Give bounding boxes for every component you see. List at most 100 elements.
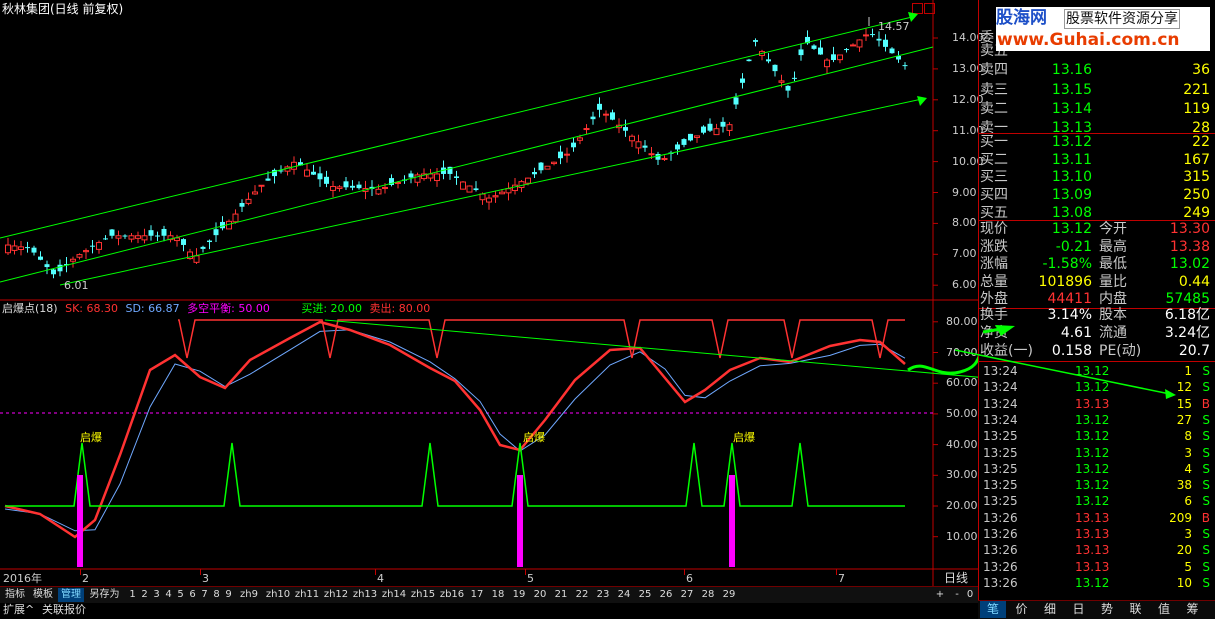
candle-body — [44, 264, 50, 268]
tick-row: 13:25 13.12 4 S — [979, 461, 1215, 477]
toolbar-tab[interactable]: 管理 — [58, 588, 84, 602]
tick-time: 13:25 — [983, 461, 1018, 476]
indicator-template-tab[interactable]: 5 — [175, 588, 186, 602]
candle-body — [837, 54, 843, 61]
indicator-template-tab[interactable]: 22 — [572, 588, 592, 602]
toolbar-tab[interactable]: 指标 — [2, 588, 28, 602]
stat-value: 13.12 — [1051, 221, 1092, 237]
indicator-template-tab[interactable]: 6 — [187, 588, 198, 602]
price-axis-label: 8.00 — [952, 216, 977, 230]
month-tick — [836, 569, 837, 575]
panel-tab[interactable]: 值 — [1151, 601, 1177, 618]
signal-bar — [517, 475, 523, 567]
month-label: 3 — [202, 572, 209, 585]
indicator-template-tab[interactable]: 19 — [509, 588, 529, 602]
indicator-template-tab[interactable]: zh9 — [235, 588, 263, 602]
indicator-template-tab[interactable]: 3 — [151, 588, 162, 602]
ask-volume: 119 — [1183, 100, 1210, 117]
zoom-out-button[interactable]: - — [951, 588, 963, 602]
indicator-template-tab[interactable]: zh11 — [293, 588, 321, 602]
ask-price: 13.16 — [1051, 62, 1092, 79]
indicator-template-tab[interactable]: 27 — [677, 588, 697, 602]
candle-body — [850, 44, 856, 47]
indicator-template-tab[interactable]: 20 — [530, 588, 550, 602]
month-label: 2 — [82, 572, 89, 585]
stat-row: 涨跌 -0.21 最高 13.38 — [979, 238, 1215, 257]
candle-body — [629, 135, 635, 142]
indicator-template-tab[interactable]: zh14 — [380, 588, 408, 602]
tick-volume: 4 — [1184, 461, 1192, 476]
reset-button[interactable]: 0 — [964, 588, 976, 602]
panel-tab[interactable]: 势 — [1094, 601, 1120, 618]
tick-price: 13.12 — [1075, 494, 1110, 509]
indicator-template-tab[interactable]: 9 — [223, 588, 234, 602]
candle-body — [746, 59, 752, 62]
panel-tab[interactable]: 日 — [1066, 601, 1092, 618]
tick-row: 13:26 13.13 209 B — [979, 510, 1215, 526]
panel-tab[interactable]: 联 — [1123, 601, 1149, 618]
tick-volume: 6 — [1184, 494, 1192, 509]
indicator-template-tab[interactable]: 24 — [614, 588, 634, 602]
period-label[interactable]: 日线 — [944, 571, 968, 585]
candle-body — [434, 173, 440, 182]
indicator-template-tab[interactable]: 2 — [139, 588, 150, 602]
candle-body — [707, 123, 713, 131]
candle-body — [889, 48, 895, 54]
panel-tab[interactable]: 笔 — [980, 601, 1006, 618]
stat-row: 现价 13.12 今开 13.30 — [979, 220, 1215, 239]
candle-body — [753, 40, 758, 42]
panel-tab[interactable]: 细 — [1037, 601, 1063, 618]
zoom-in-button[interactable]: + — [934, 588, 946, 602]
candle-body — [883, 39, 888, 47]
candle-body — [141, 235, 148, 241]
candle-body — [603, 113, 609, 116]
indicator-template-tab[interactable]: zh13 — [351, 588, 379, 602]
indicator-template-tab[interactable]: 1 — [127, 588, 138, 602]
indicator-template-tab[interactable]: 21 — [551, 588, 571, 602]
indicator-template-tab[interactable]: 25 — [635, 588, 655, 602]
indicator-template-tab[interactable]: 17 — [467, 588, 487, 602]
candle-body — [38, 256, 43, 260]
indicator-template-tab[interactable]: 28 — [698, 588, 718, 602]
indicator-template-tab[interactable]: zh15 — [409, 588, 437, 602]
tick-price: 13.12 — [1075, 575, 1110, 590]
indicator-template-tab[interactable]: 4 — [163, 588, 174, 602]
arrow-head — [908, 12, 918, 22]
bid-label: 买三 — [980, 169, 1008, 186]
indicator-axis-label: 10.00 — [946, 529, 978, 543]
candle-body — [258, 184, 265, 187]
candle-body — [635, 141, 642, 149]
indicator-template-tab[interactable]: zh12 — [322, 588, 350, 602]
indicator-template-tab[interactable]: 7 — [199, 588, 210, 602]
sd-value: SD: 66.87 — [125, 302, 180, 315]
tick-price: 13.12 — [1075, 461, 1110, 476]
expand-button[interactable]: 扩展^ — [3, 603, 34, 616]
panel-tab[interactable]: 价 — [1009, 601, 1035, 618]
toolbar-tab[interactable]: 另存为 — [86, 588, 123, 602]
signal-label: 启爆 — [733, 431, 755, 444]
candle-body — [655, 153, 661, 160]
indicator-template-tab[interactable]: zh10 — [264, 588, 292, 602]
kline-chart[interactable] — [0, 0, 978, 600]
candle-body — [713, 128, 720, 136]
toolbar-tab[interactable]: 模板 — [30, 588, 56, 602]
indicator-template-tab[interactable]: 8 — [211, 588, 222, 602]
indicator-template-tab[interactable]: zb16 — [438, 588, 466, 602]
indicator-template-tab[interactable]: 29 — [719, 588, 739, 602]
candle-body — [76, 254, 83, 258]
bid-price: 13.10 — [1051, 169, 1092, 186]
month-tick — [200, 569, 201, 575]
indicator-template-tab[interactable]: 18 — [488, 588, 508, 602]
stat-row: 涨幅 -1.58% 最低 13.02 — [979, 255, 1215, 274]
low-price-label: 6.01 — [64, 279, 89, 292]
candle-body — [694, 135, 700, 138]
tick-side: S — [1202, 575, 1210, 590]
bid-row: 买三 13.10 315 — [979, 168, 1215, 187]
candle-body — [798, 49, 804, 56]
indicator-header: 启爆点(18) SK: 68.30 SD: 66.87 多空平衡: 50.00 … — [2, 302, 430, 315]
indicator-template-tab[interactable]: 23 — [593, 588, 613, 602]
related-quotes-button[interactable]: 关联报价 — [42, 603, 86, 616]
indicator-template-tab[interactable]: 26 — [656, 588, 676, 602]
panel-tab[interactable]: 筹 — [1180, 601, 1206, 618]
candle-body — [25, 247, 30, 249]
